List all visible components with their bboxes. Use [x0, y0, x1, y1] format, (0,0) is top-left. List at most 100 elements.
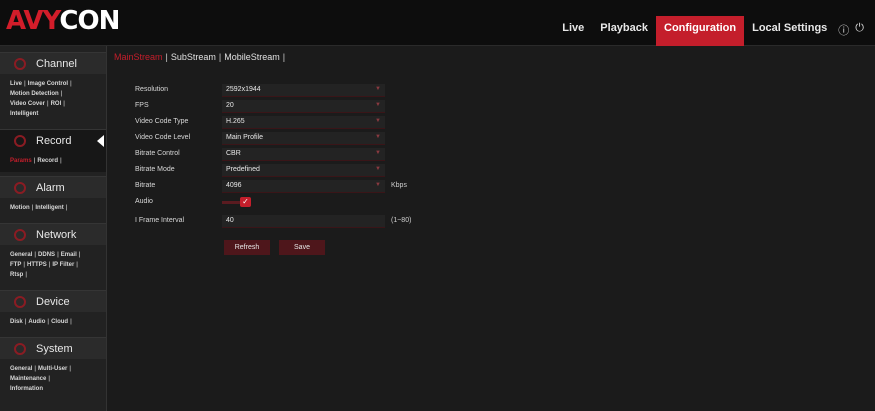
iframe-interval-range: (1~80)	[391, 217, 412, 224]
sidebar-section-label: Device	[36, 295, 70, 308]
sidebar-section-label: Network	[36, 228, 77, 241]
link-params[interactable]: Params	[10, 158, 32, 164]
sidebar: Channel Live | Image Control | Motion Detec…	[0, 46, 107, 411]
bitrate-control-label: Bitrate Control	[135, 150, 180, 157]
video-code-level-row: Video Code Level Main Profile ▼	[135, 132, 495, 146]
tab-mainstream[interactable]: MainStream	[114, 52, 163, 62]
sidebar-section-label: Channel	[36, 57, 77, 70]
iframe-interval-label: I Frame Interval	[135, 217, 185, 224]
resolution-select[interactable]: 2592x1944 ▼	[222, 84, 385, 97]
chevron-down-icon: ▼	[375, 182, 381, 188]
checkmark-icon: ✓	[240, 197, 251, 207]
alarm-links: Motion | Intelligent |	[10, 205, 68, 211]
video-code-type-row: Video Code Type H.265 ▼	[135, 116, 495, 130]
iframe-interval-input[interactable]: 40	[222, 215, 385, 228]
audio-checkbox[interactable]: ✓	[222, 197, 258, 207]
sidebar-section-label: Record	[36, 134, 72, 147]
link-https[interactable]: HTTPS	[27, 262, 47, 268]
main-panel: MainStream | SubStream | MobileStream | Resol…	[108, 46, 875, 411]
system-links: General | Multi-User | Maintenance | Informa…	[10, 366, 72, 392]
system-icon	[14, 342, 26, 355]
link-video-cover[interactable]: Video Cover	[10, 101, 45, 107]
link-disk[interactable]: Disk	[10, 319, 23, 325]
bitrate-control-select[interactable]: CBR ▼	[222, 148, 385, 161]
link-audio[interactable]: Audio	[28, 319, 45, 325]
link-ip-filter[interactable]: IP Filter	[52, 262, 74, 268]
video-code-type-select[interactable]: H.265 ▼	[222, 116, 385, 129]
main-nav: Live Playback Configuration Local Settin…	[554, 16, 867, 46]
link-multi-user[interactable]: Multi-User	[38, 366, 67, 372]
link-live[interactable]: Live	[10, 81, 22, 87]
sidebar-section-network[interactable]: Network	[0, 223, 106, 245]
video-code-level-select[interactable]: Main Profile ▼	[222, 132, 385, 145]
link-motion-detection[interactable]: Motion Detection	[10, 91, 59, 97]
sidebar-section-record[interactable]: Record	[0, 129, 106, 151]
tab-substream[interactable]: SubStream	[171, 52, 216, 62]
link-email[interactable]: Email	[61, 252, 77, 258]
info-icon[interactable]: ⓘ	[835, 16, 852, 46]
sidebar-section-system[interactable]: System	[0, 337, 106, 359]
fps-row: FPS 20 ▼	[135, 100, 495, 114]
link-cloud[interactable]: Cloud	[51, 319, 68, 325]
iframe-interval-row: I Frame Interval 40 (1~80)	[135, 215, 495, 229]
audio-row: Audio ✓	[135, 196, 495, 210]
record-links: Params | Record |	[0, 151, 106, 172]
video-code-level-label: Video Code Level	[135, 134, 191, 141]
nav-live[interactable]: Live	[554, 16, 592, 46]
link-roi[interactable]: ROI	[51, 101, 62, 107]
chevron-down-icon: ▼	[375, 134, 381, 140]
link-general-system[interactable]: General	[10, 366, 32, 372]
link-information[interactable]: Information	[10, 386, 43, 392]
top-bar: AVYCON Live Playback Configuration Local…	[0, 0, 875, 46]
bitrate-mode-label: Bitrate Mode	[135, 166, 175, 173]
network-icon	[14, 228, 26, 241]
refresh-button[interactable]: Refresh	[224, 240, 270, 255]
fps-label: FPS	[135, 102, 149, 109]
network-links: General | DDNS | Email | FTP | HTTPS | IP Filter |…	[10, 252, 81, 278]
fps-select[interactable]: 20 ▼	[222, 100, 385, 113]
resolution-label: Resolution	[135, 86, 169, 93]
chevron-down-icon: ▼	[375, 86, 381, 92]
link-ftp[interactable]: FTP	[10, 262, 21, 268]
nav-local-settings[interactable]: Local Settings	[744, 16, 835, 46]
link-intelligent-alarm[interactable]: Intelligent	[35, 205, 63, 211]
chevron-down-icon: ▼	[375, 118, 381, 124]
link-record[interactable]: Record	[37, 158, 58, 164]
chevron-down-icon: ▼	[375, 166, 381, 172]
tab-mobilestream[interactable]: MobileStream	[224, 52, 280, 62]
sidebar-section-device[interactable]: Device	[0, 290, 106, 312]
alarm-icon	[14, 181, 26, 194]
save-button[interactable]: Save	[279, 240, 325, 255]
audio-label: Audio	[135, 198, 153, 205]
bitrate-row: Bitrate 4096 ▼ Kbps	[135, 180, 495, 194]
link-intelligent[interactable]: Intelligent	[10, 111, 38, 117]
video-code-type-label: Video Code Type	[135, 118, 189, 125]
sidebar-section-label: Alarm	[36, 181, 65, 194]
link-maintenance[interactable]: Maintenance	[10, 376, 46, 382]
link-motion[interactable]: Motion	[10, 205, 30, 211]
link-rtsp[interactable]: Rtsp	[10, 272, 23, 278]
channel-links: Live | Image Control | Motion Detection | Vi…	[10, 81, 72, 117]
link-general[interactable]: General	[10, 252, 32, 258]
sidebar-section-alarm[interactable]: Alarm	[0, 176, 106, 198]
device-icon	[14, 295, 26, 308]
bitrate-label: Bitrate	[135, 182, 156, 189]
chevron-down-icon: ▼	[375, 150, 381, 156]
link-image-control[interactable]: Image Control	[28, 81, 68, 87]
nav-playback[interactable]: Playback	[592, 16, 656, 46]
bitrate-select[interactable]: 4096 ▼	[222, 180, 385, 193]
nav-configuration[interactable]: Configuration	[656, 16, 745, 46]
sidebar-section-channel[interactable]: Channel	[0, 52, 106, 74]
chevron-down-icon: ▼	[375, 102, 381, 108]
bitrate-control-row: Bitrate Control CBR ▼	[135, 148, 495, 162]
link-ddns[interactable]: DDNS	[38, 252, 55, 258]
device-links: Disk | Audio | Cloud |	[10, 319, 72, 325]
active-arrow-icon	[97, 135, 104, 147]
power-icon[interactable]: ⏻	[852, 16, 867, 46]
bitrate-mode-row: Bitrate Mode Predefined ▼	[135, 164, 495, 178]
channel-icon	[14, 57, 26, 70]
record-icon	[14, 134, 26, 147]
bitrate-mode-select[interactable]: Predefined ▼	[222, 164, 385, 177]
resolution-row: Resolution 2592x1944 ▼	[135, 84, 495, 98]
bitrate-unit: Kbps	[391, 182, 407, 189]
